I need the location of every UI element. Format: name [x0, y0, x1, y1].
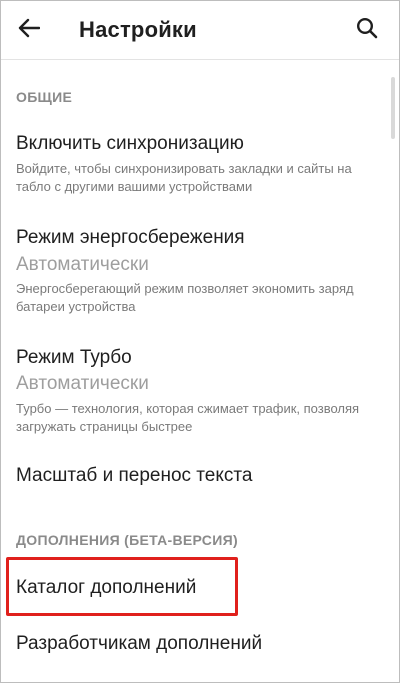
- search-icon: [356, 17, 378, 44]
- item-title: Режим энергосбережения: [16, 227, 245, 248]
- settings-item-text-scale[interactable]: Масштаб и перенос текста: [1, 459, 391, 495]
- item-title: Включить синхронизацию: [16, 133, 244, 154]
- item-title: Режим Турбо: [16, 347, 132, 368]
- page-title: Настройки: [79, 17, 197, 42]
- item-title: Разработчикам дополнений: [16, 633, 263, 654]
- item-value: Автоматически: [16, 254, 149, 275]
- settings-screen: Настройки ОБЩИЕ Включить синхронизацию В…: [0, 0, 400, 683]
- item-description: Энергосберегающий режим позволяет эконом…: [16, 281, 354, 314]
- arrow-left-icon: [18, 18, 41, 43]
- item-description: Войдите, чтобы синхронизировать закладки…: [16, 161, 352, 194]
- settings-item-power-save[interactable]: Режим энергосбережения Автоматически Эне…: [1, 223, 391, 323]
- item-title: Каталог дополнений: [16, 577, 197, 598]
- search-button[interactable]: [351, 14, 383, 46]
- settings-item-addons-catalog[interactable]: Каталог дополнений: [1, 569, 391, 609]
- item-title: Масштаб и перенос текста: [16, 465, 253, 486]
- app-bar: Настройки: [1, 1, 399, 60]
- section-header-general: ОБЩИЕ: [16, 89, 73, 105]
- scrollbar[interactable]: [391, 77, 395, 139]
- section-header-addons: ДОПОЛНЕНИЯ (БЕТА-ВЕРСИЯ): [16, 532, 238, 548]
- back-button[interactable]: [13, 14, 45, 46]
- item-value: Автоматически: [16, 373, 149, 394]
- settings-item-sync[interactable]: Включить синхронизацию Войдите, чтобы си…: [1, 129, 391, 209]
- settings-item-addon-developers[interactable]: Разработчикам дополнений: [1, 625, 391, 665]
- settings-item-turbo[interactable]: Режим Турбо Автоматически Турбо — технол…: [1, 343, 391, 443]
- item-description: Турбо — технология, которая сжимает траф…: [16, 401, 360, 434]
